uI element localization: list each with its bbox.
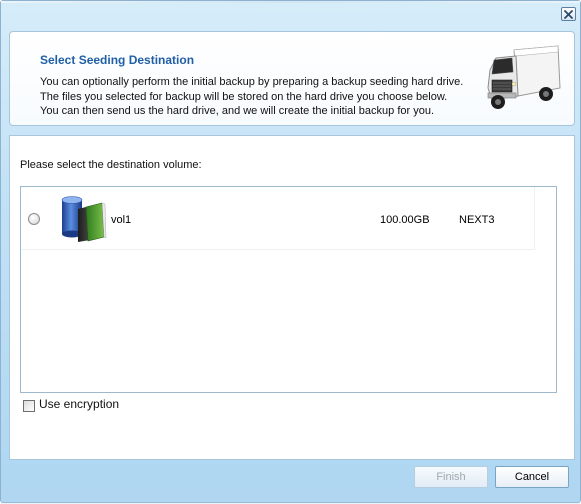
footer — [1, 461, 580, 504]
volume-radio[interactable] — [28, 213, 40, 225]
select-destination-label: Please select the destination volume: — [20, 159, 202, 171]
volume-filesystem: NEXT3 — [459, 214, 495, 226]
volume-icon — [61, 196, 107, 242]
cancel-button[interactable]: Cancel — [495, 466, 569, 488]
header-title: Select Seeding Destination — [40, 53, 195, 67]
header-description-line: You can then send us the hard drive, and… — [40, 105, 435, 117]
close-button[interactable] — [561, 7, 576, 21]
volume-size: 100.00GB — [380, 214, 430, 226]
use-encryption-option[interactable]: Use encryption — [23, 396, 119, 412]
finish-button[interactable]: Finish — [414, 466, 488, 488]
seeding-dialog: Select Seeding Destination You can optio… — [0, 0, 581, 504]
header-description-line: The files you selected for backup will b… — [40, 90, 448, 103]
list-item[interactable]: vol1 100.00GB NEXT3 — [21, 187, 535, 250]
header-description: You can optionally perform the initial b… — [40, 75, 470, 119]
volume-name: vol1 — [111, 214, 132, 226]
close-icon — [564, 9, 573, 19]
truck-icon — [487, 45, 561, 109]
use-encryption-label[interactable]: Use encryption — [39, 397, 119, 411]
use-encryption-checkbox[interactable] — [23, 400, 35, 412]
header-description-line: You can optionally perform the initial b… — [40, 76, 464, 88]
volume-list[interactable]: vol1 100.00GB NEXT3 — [20, 186, 557, 393]
header-panel: Select Seeding Destination You can optio… — [9, 31, 575, 126]
title-bar — [1, 1, 580, 3]
